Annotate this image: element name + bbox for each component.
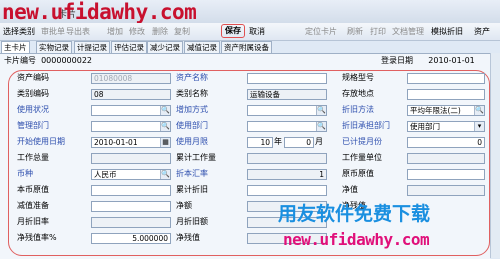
location-field[interactable] [407, 89, 485, 100]
save-button[interactable]: 保存 [221, 24, 245, 38]
month-unit-label: 月 [315, 137, 323, 146]
impairment-label: 减值准备 [17, 201, 49, 210]
residual-rate-field[interactable]: 5.000000 [91, 233, 171, 244]
category-code-label: 类别编码 [17, 89, 49, 98]
exchange-rate-field: 1 [247, 169, 327, 180]
dep-method-field[interactable]: 平均年限法(二) 🔍 [407, 105, 485, 116]
monthly-dep-label: 月折旧率 [17, 217, 49, 226]
add-method-field[interactable]: 🔍 [247, 105, 327, 116]
start-date-field[interactable]: 2010-01-01 ▦ [91, 137, 171, 148]
watermark-url: new.ufidawhy.com [283, 230, 430, 249]
currency-label: 币种 [17, 169, 33, 178]
use-dept-field[interactable]: 🔍 [247, 121, 327, 132]
acc-workload-field [247, 153, 327, 164]
currency-value: 人民币 [94, 170, 117, 179]
register-date-value: 2010-01-01 [428, 56, 475, 65]
register-date: 登录日期 2010-01-01 [381, 55, 475, 66]
vertical-scrollbar[interactable] [490, 53, 500, 258]
card-number: 卡片编号 0000000022 [4, 55, 92, 66]
currency-field[interactable]: 人民币 🔍 [91, 169, 171, 180]
watermark-bottom: 用友软件免费下载 [278, 203, 431, 225]
acc-dep-field[interactable] [247, 185, 327, 196]
chevron-down-icon[interactable]: ▾ [474, 122, 484, 131]
acc-dep-label: 累计折旧 [176, 185, 208, 194]
refresh-button[interactable]: 刷新 [347, 26, 363, 37]
card-number-label: 卡片编号 [4, 56, 36, 65]
mgmt-dept-field[interactable]: 🔍 [91, 121, 171, 132]
search-icon[interactable]: 🔍 [160, 106, 170, 115]
asset-button[interactable]: 资产 [474, 26, 490, 37]
spec-label: 规格型号 [342, 73, 374, 82]
card-number-value: 0000000022 [41, 56, 92, 65]
toolbar: 选择类别 审批单 导出表 增加 修改 删除 复制 保存 取消 定位卡片 刷新 打… [0, 23, 500, 41]
dep-bearing-dept-value: 使用部门 [410, 122, 440, 131]
total-workload-field [91, 153, 171, 164]
asset-code-label: 资产编码 [17, 73, 49, 82]
simulate-dep-button[interactable]: 模拟折旧 [431, 26, 463, 37]
select-category-button[interactable]: 选择类别 [3, 26, 35, 37]
use-status-field[interactable]: 🔍 [91, 105, 171, 116]
acc-workload-label: 累计工作量 [176, 153, 216, 162]
location-label: 存放地点 [342, 89, 374, 98]
dep-method-value: 平均年限法(二) [410, 106, 461, 115]
search-icon[interactable]: 🔍 [160, 170, 170, 179]
used-months-label: 已计提月份 [342, 137, 382, 146]
asset-name-label: 资产名称 [176, 73, 208, 82]
orig-value-field[interactable] [407, 169, 485, 180]
asset-name-field[interactable] [247, 73, 327, 84]
dep-bearing-dept-label: 折旧承担部门 [342, 121, 390, 130]
use-months-field[interactable]: 0 [284, 137, 314, 148]
monthly-dep-amt-label: 月折旧额 [176, 217, 208, 226]
use-dept-label: 使用部门 [176, 121, 208, 130]
edit-button[interactable]: 修改 [129, 26, 145, 37]
calendar-icon[interactable]: ▦ [160, 138, 170, 147]
print-button[interactable]: 打印 [370, 26, 386, 37]
category-name-field: 运输设备 [247, 89, 327, 100]
cancel-button[interactable]: 取消 [249, 26, 265, 37]
use-months-label: 使用月限 [176, 137, 208, 146]
copy-button[interactable]: 复制 [174, 26, 190, 37]
add-button[interactable]: 增加 [107, 26, 123, 37]
impairment-field[interactable] [91, 201, 171, 212]
start-date-label: 开始使用日期 [17, 137, 65, 146]
used-months-field[interactable]: 0 [407, 137, 485, 148]
start-date-value: 2010-01-01 [94, 138, 138, 147]
search-icon[interactable]: 🔍 [316, 122, 326, 131]
asset-code-field: 01080008 [91, 73, 171, 84]
use-years-field[interactable]: 10 [247, 137, 273, 148]
approval-button[interactable]: 审批单 [41, 26, 65, 37]
residual-rate-label: 净残值率% [17, 233, 57, 242]
locate-card-button[interactable]: 定位卡片 [305, 26, 337, 37]
base-value-label: 本币原值 [17, 185, 49, 194]
net-value-field [407, 185, 485, 196]
category-name-label: 类别名称 [176, 89, 208, 98]
monthly-dep-field [91, 217, 171, 228]
search-icon[interactable]: 🔍 [316, 106, 326, 115]
doc-manage-button[interactable]: 文档管理 [392, 26, 424, 37]
mgmt-dept-label: 管理部门 [17, 121, 49, 130]
work-unit-field [407, 153, 485, 164]
year-unit-label: 年 [274, 137, 282, 146]
search-icon[interactable]: 🔍 [474, 106, 484, 115]
spec-field[interactable] [407, 73, 485, 84]
dep-method-label: 折旧方法 [342, 105, 374, 114]
add-method-label: 增加方式 [176, 105, 208, 114]
watermark-top: new.ufidawhy.com [2, 0, 197, 24]
base-value-field[interactable] [91, 185, 171, 196]
net-amount-label: 净额 [176, 201, 192, 210]
export-button[interactable]: 导出表 [66, 26, 90, 37]
search-icon[interactable]: 🔍 [160, 122, 170, 131]
work-unit-label: 工作量单位 [342, 153, 382, 162]
delete-button[interactable]: 删除 [152, 26, 168, 37]
orig-value-label: 原币原值 [342, 169, 374, 178]
net-value-label: 净值 [342, 185, 358, 194]
use-status-label: 使用状况 [17, 105, 49, 114]
net-residual-label: 净残值 [176, 233, 200, 242]
register-date-label: 登录日期 [381, 56, 413, 65]
exchange-rate-label: 折本汇率 [176, 169, 208, 178]
dep-bearing-dept-select[interactable]: 使用部门 ▾ [407, 121, 485, 132]
category-code-field: 08 [91, 89, 171, 100]
tab-bar: 主卡片 实物记录 计提记录 评估记录 减少记录 减值记录 资产附属设备 [0, 41, 500, 54]
total-workload-label: 工作总量 [17, 153, 49, 162]
